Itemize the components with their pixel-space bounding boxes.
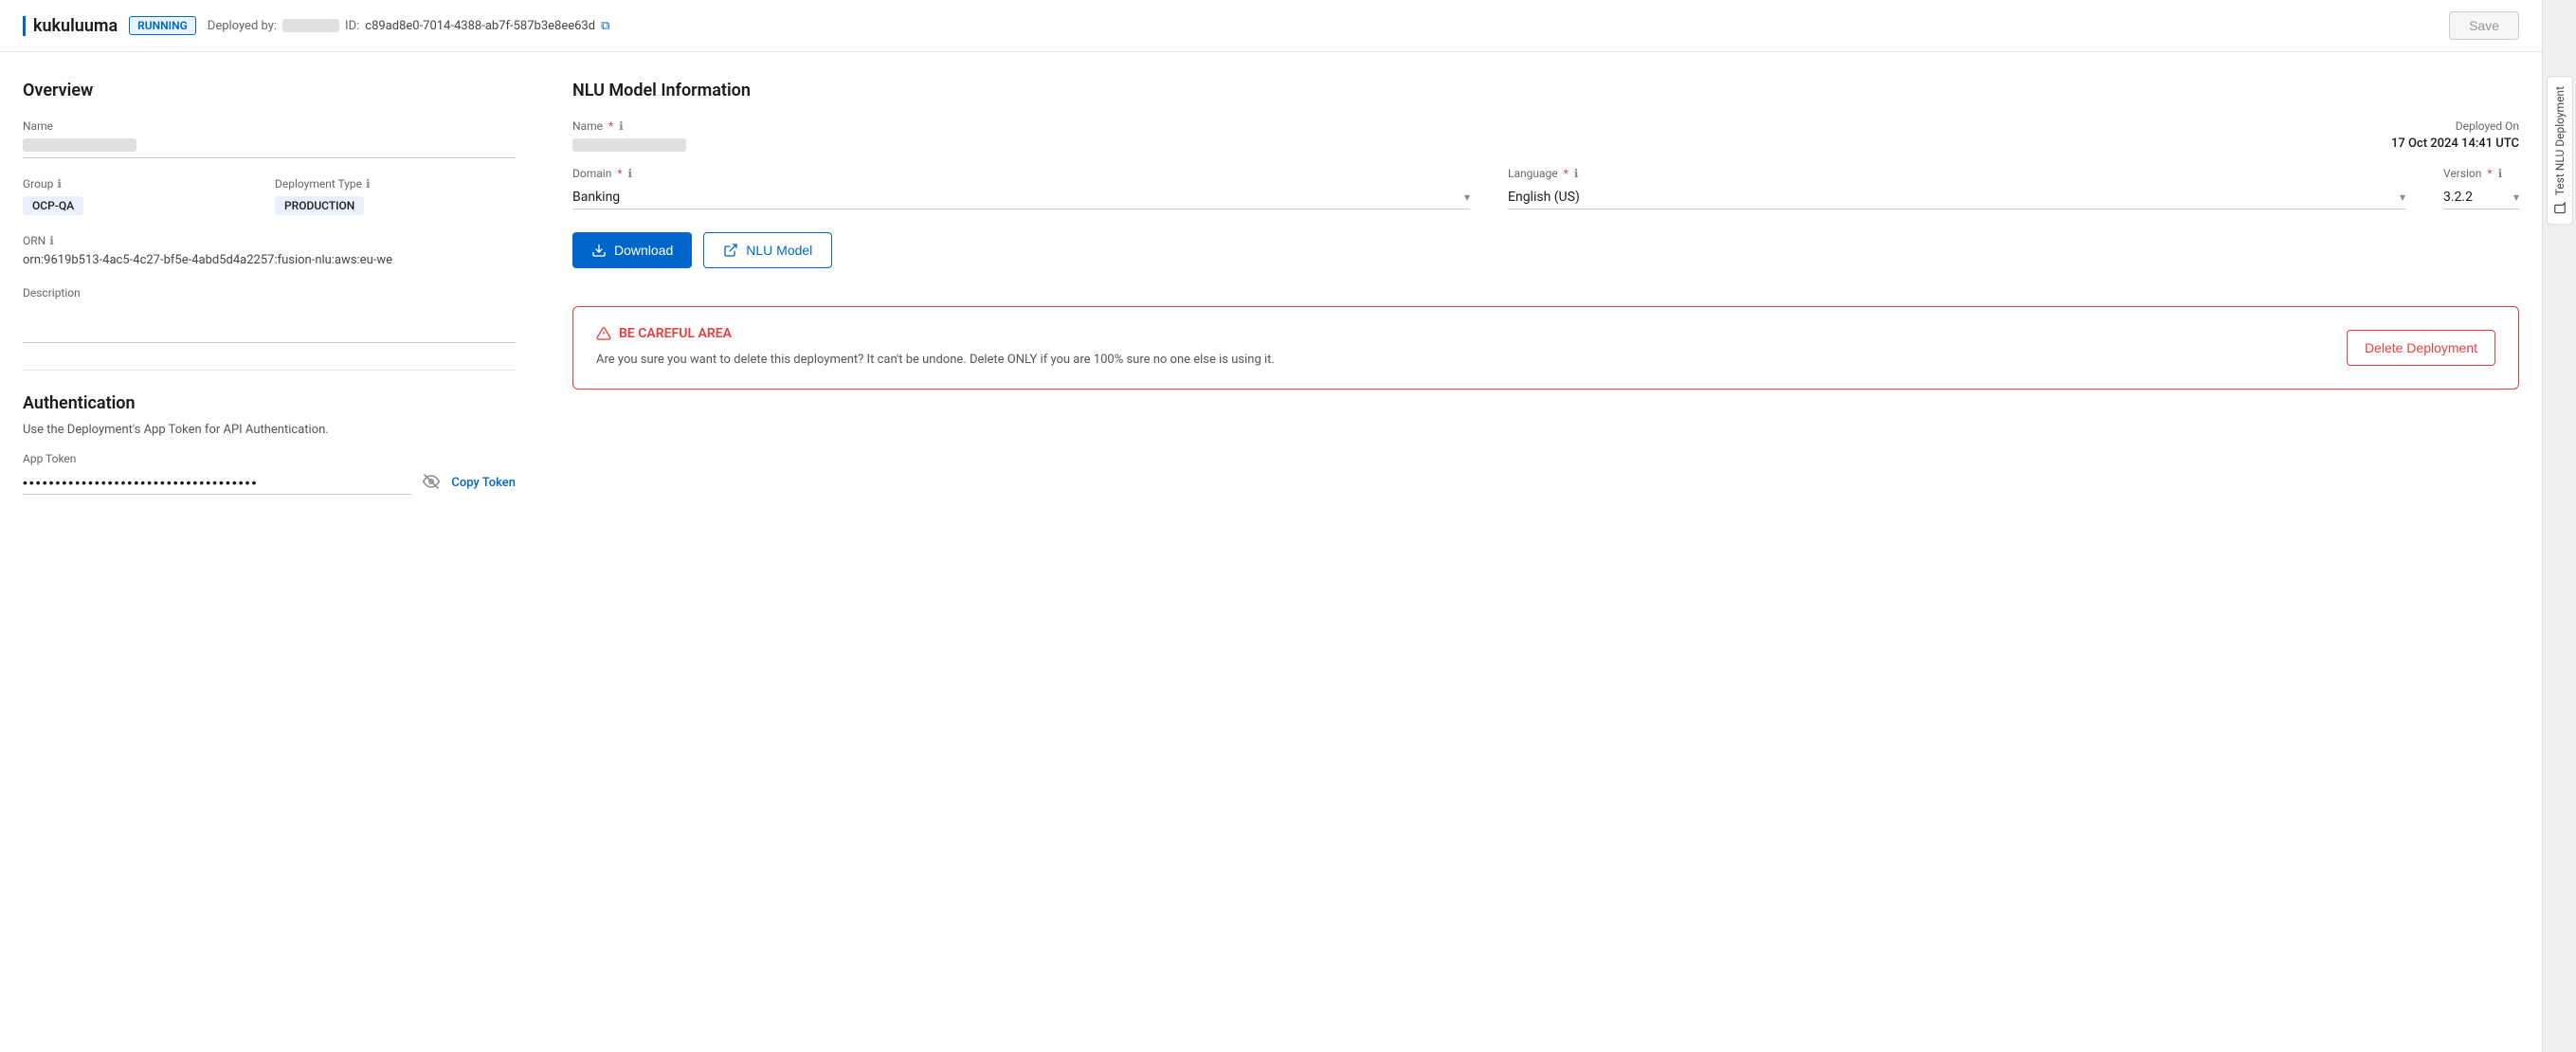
external-link-icon	[723, 243, 738, 258]
deployed-by-name	[282, 19, 339, 32]
sidebar-tab[interactable]: Test NLU Deployment	[2547, 76, 2573, 225]
top-bar-left: kukuluuma RUNNING Deployed by: ID: c89ad…	[23, 16, 609, 36]
language-info-icon[interactable]: ℹ	[1574, 167, 1579, 180]
nlu-name-info-icon[interactable]: ℹ	[619, 119, 624, 133]
danger-description: Are you sure you want to delete this dep…	[596, 351, 2328, 370]
app-token-input[interactable]	[23, 471, 411, 495]
version-select[interactable]: 3.2.2 ▾	[2443, 186, 2519, 209]
nlu-name-label: Name * ℹ	[572, 119, 2391, 133]
app-title: kukuluuma	[23, 16, 118, 36]
deployed-on-label: Deployed On	[2391, 119, 2519, 133]
version-label: Version * ℹ	[2443, 167, 2519, 180]
domain-value: Banking	[572, 190, 1464, 205]
deployment-type-label: Deployment Type ℹ	[275, 177, 516, 190]
version-chevron-icon: ▾	[2513, 190, 2519, 204]
group-info-icon[interactable]: ℹ	[57, 177, 62, 190]
domain-field: Domain * ℹ Banking ▾	[572, 167, 1470, 209]
version-info-icon[interactable]: ℹ	[2498, 167, 2503, 180]
group-field: Group ℹ OCP-QA	[23, 177, 263, 215]
nlu-name-blur	[572, 138, 686, 152]
orn-info-icon[interactable]: ℹ	[49, 234, 54, 247]
deployment-type-tag: PRODUCTION	[275, 196, 364, 215]
deployment-id: c89ad8e0-7014-4388-ab7f-587b3e8ee63d	[365, 19, 595, 33]
authentication-section: Authentication Use the Deployment's App …	[23, 393, 516, 495]
nlu-model-title: NLU Model Information	[572, 81, 2519, 100]
group-label: Group ℹ	[23, 177, 263, 190]
nlu-buttons-row: Download NLU Model	[572, 232, 2519, 268]
right-panel: NLU Model Information Name * ℹ Deployed …	[572, 81, 2519, 495]
copy-id-icon[interactable]: ⧉	[601, 19, 609, 33]
download-icon	[591, 243, 607, 258]
description-input[interactable]	[23, 305, 516, 343]
deployed-by-label: Deployed by: ID: c89ad8e0-7014-4388-ab7f…	[208, 19, 610, 33]
status-badge: RUNNING	[129, 16, 196, 35]
download-button[interactable]: Download	[572, 232, 692, 268]
auth-description: Use the Deployment's App Token for API A…	[23, 423, 516, 437]
right-sidebar: Test NLU Deployment	[2542, 0, 2576, 1052]
save-button[interactable]: Save	[2449, 11, 2519, 40]
language-label: Language * ℹ	[1508, 167, 2405, 180]
left-panel: Overview Name Group ℹ OCP-QA	[23, 81, 516, 495]
version-field: Version * ℹ 3.2.2 ▾	[2443, 167, 2519, 209]
language-select[interactable]: English (US) ▾	[1508, 186, 2405, 209]
nlu-name-field: Name * ℹ	[572, 119, 2391, 152]
warning-icon	[596, 326, 611, 341]
deployed-on-section: Deployed On 17 Oct 2024 14:41 UTC	[2391, 119, 2519, 151]
top-bar: kukuluuma RUNNING Deployed by: ID: c89ad…	[0, 0, 2542, 52]
chat-icon	[2553, 201, 2567, 214]
section-divider	[23, 370, 516, 371]
name-value-blur	[23, 138, 136, 152]
app-token-label: App Token	[23, 452, 516, 465]
domain-info-icon[interactable]: ℹ	[628, 167, 633, 180]
group-deployment-row: Group ℹ OCP-QA Deployment Type ℹ PRODUCT…	[23, 177, 516, 215]
copy-token-button[interactable]: Copy Token	[451, 476, 516, 490]
delete-deployment-button[interactable]: Delete Deployment	[2347, 330, 2495, 366]
version-value: 3.2.2	[2443, 190, 2513, 205]
danger-content: BE CAREFUL AREA Are you sure you want to…	[596, 326, 2328, 370]
language-chevron-icon: ▾	[2400, 190, 2405, 204]
token-row: Copy Token	[23, 471, 516, 495]
nlu-name-deployed-row: Name * ℹ Deployed On 17 Oct 2024 14:41 U…	[572, 119, 2519, 152]
deployment-type-field: Deployment Type ℹ PRODUCTION	[275, 177, 516, 215]
language-value: English (US)	[1508, 190, 2400, 205]
description-label: Description	[23, 286, 516, 299]
nlu-fields-row: Domain * ℹ Banking ▾ Language *	[572, 167, 2519, 209]
danger-title: BE CAREFUL AREA	[596, 326, 2328, 341]
content-area: Overview Name Group ℹ OCP-QA	[0, 52, 2542, 523]
description-field: Description	[23, 286, 516, 347]
deployed-on-value: 17 Oct 2024 14:41 UTC	[2391, 136, 2519, 151]
toggle-token-visibility-icon[interactable]	[423, 473, 440, 494]
deployment-type-info-icon[interactable]: ℹ	[366, 177, 371, 190]
orn-field: ORN ℹ orn:9619b513-4ac5-4c27-bf5e-4abd5d…	[23, 234, 516, 267]
auth-title: Authentication	[23, 393, 516, 413]
overview-title: Overview	[23, 81, 516, 100]
domain-select[interactable]: Banking ▾	[572, 186, 1470, 209]
name-field-group: Name	[23, 119, 516, 158]
language-field: Language * ℹ English (US) ▾	[1508, 167, 2405, 209]
name-label: Name	[23, 119, 516, 133]
orn-label: ORN ℹ	[23, 234, 516, 247]
group-tag: OCP-QA	[23, 196, 83, 215]
nlu-model-button[interactable]: NLU Model	[703, 232, 832, 268]
domain-label: Domain * ℹ	[572, 167, 1470, 180]
danger-zone: BE CAREFUL AREA Are you sure you want to…	[572, 306, 2519, 390]
orn-value: orn:9619b513-4ac5-4c27-bf5e-4abd5d4a2257…	[23, 253, 516, 267]
domain-chevron-icon: ▾	[1464, 190, 1470, 204]
